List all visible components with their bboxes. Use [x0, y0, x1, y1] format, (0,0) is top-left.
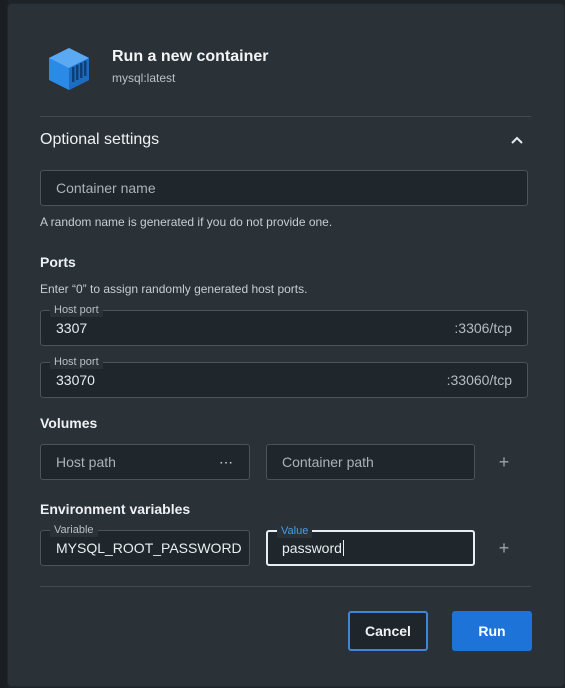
value-label: Value	[277, 524, 313, 538]
container-name-helper: A random name is generated if you do not…	[40, 215, 333, 229]
variable-label: Variable	[50, 523, 98, 537]
divider	[40, 586, 531, 587]
host-port-input-1[interactable]: Host port 3307 :3306/tcp	[40, 303, 528, 346]
host-port-value: 3307	[56, 320, 88, 336]
plus-icon[interactable]: +	[492, 536, 516, 560]
volumes-heading: Volumes	[40, 415, 98, 431]
divider	[40, 116, 531, 117]
env-heading: Environment variables	[40, 501, 191, 517]
container-port-suffix: :33060/tcp	[446, 372, 512, 388]
host-port-label: Host port	[50, 355, 103, 369]
container-name-placeholder: Container name	[56, 180, 156, 196]
container-port-suffix: :3306/tcp	[454, 320, 512, 336]
text-cursor	[342, 540, 344, 556]
ports-heading: Ports	[40, 254, 76, 270]
ports-helper: Enter “0” to assign randomly generated h…	[40, 282, 308, 296]
plus-icon[interactable]: +	[492, 450, 516, 474]
host-port-value: 33070	[56, 372, 95, 388]
env-variable-input[interactable]: Variable MYSQL_ROOT_PASSWORD	[40, 523, 250, 566]
dialog-header: Run a new container mysql:latest	[46, 44, 268, 94]
optional-settings-title: Optional settings	[40, 131, 160, 148]
variable-value: MYSQL_ROOT_PASSWORD	[56, 540, 242, 556]
container-cube-icon	[46, 46, 92, 92]
dialog-title: Run a new container	[112, 48, 269, 65]
host-port-input-2[interactable]: Host port 33070 :33060/tcp	[40, 355, 528, 398]
container-name-input[interactable]: Container name	[40, 170, 528, 206]
container-path-placeholder: Container path	[282, 454, 374, 470]
run-container-dialog: Run a new container mysql:latest Optiona…	[8, 4, 564, 686]
image-name: mysql:latest	[112, 71, 176, 85]
optional-settings-toggle[interactable]: Optional settings	[40, 124, 531, 156]
ellipsis-icon[interactable]: ⋯	[219, 454, 234, 471]
host-port-label: Host port	[50, 303, 103, 317]
container-path-input[interactable]: Container path	[266, 444, 475, 480]
host-path-input[interactable]: Host path ⋯	[40, 444, 250, 480]
env-value-input[interactable]: Value password	[266, 524, 475, 566]
value-text: password	[282, 540, 342, 556]
cancel-button[interactable]: Cancel	[348, 611, 428, 651]
chevron-up-icon[interactable]	[505, 128, 529, 152]
run-button[interactable]: Run	[452, 611, 532, 651]
host-path-placeholder: Host path	[56, 454, 116, 470]
backdrop	[0, 0, 8, 688]
